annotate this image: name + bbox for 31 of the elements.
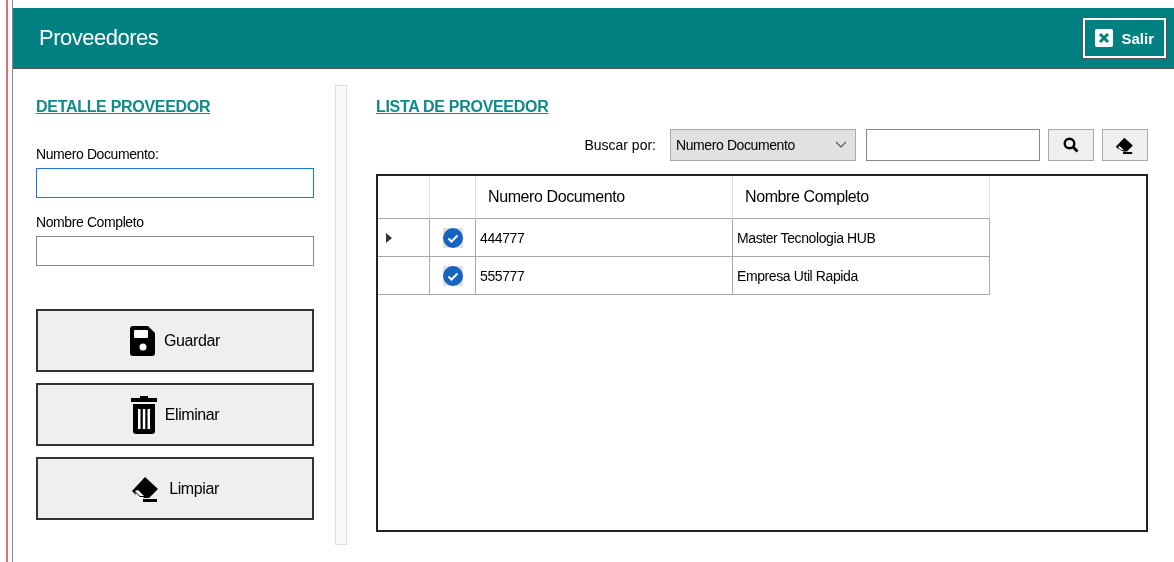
text-field[interactable] (36, 236, 314, 266)
row-header[interactable] (378, 219, 430, 257)
section-heading: DETALLE PROVEEDOR (36, 98, 212, 116)
table-cell: 444777 (476, 219, 733, 257)
column-header[interactable]: Numero Documento (476, 176, 733, 219)
chevron-down-icon (835, 141, 847, 149)
delete-button[interactable]: Eliminar (36, 383, 314, 446)
save-button[interactable]: Guardar (36, 309, 314, 372)
section-heading: LISTA DE PROVEEDOR (376, 98, 550, 116)
search-button[interactable] (1048, 129, 1094, 161)
column-header[interactable]: Nombre Completo (733, 176, 990, 219)
exit-button[interactable]: Salir (1083, 18, 1166, 58)
field-label: Nombre Completo (36, 214, 145, 230)
text-field[interactable] (36, 168, 314, 198)
search-by-dropdown[interactable]: Numero Documento (670, 129, 856, 161)
clear-search-button[interactable] (1102, 129, 1148, 161)
field-label: Numero Documento: (36, 146, 160, 162)
window-title: Proveedores (39, 25, 159, 51)
row-header[interactable] (378, 257, 430, 295)
table-cell: Master Tecnologia HUB (733, 219, 990, 257)
search-label: Buscar por: (584, 137, 656, 153)
trash-can-icon (130, 395, 157, 434)
close-icon (1095, 29, 1114, 47)
column-header (430, 176, 476, 219)
eraser-icon (1115, 136, 1135, 154)
table-cell: Empresa Util Rapida (733, 257, 990, 295)
row-header-corner (378, 176, 430, 219)
clear-button[interactable]: Limpiar (36, 457, 314, 520)
search-icon (1063, 137, 1079, 153)
table-cell: 555777 (476, 257, 733, 295)
search-field[interactable] (866, 129, 1040, 161)
